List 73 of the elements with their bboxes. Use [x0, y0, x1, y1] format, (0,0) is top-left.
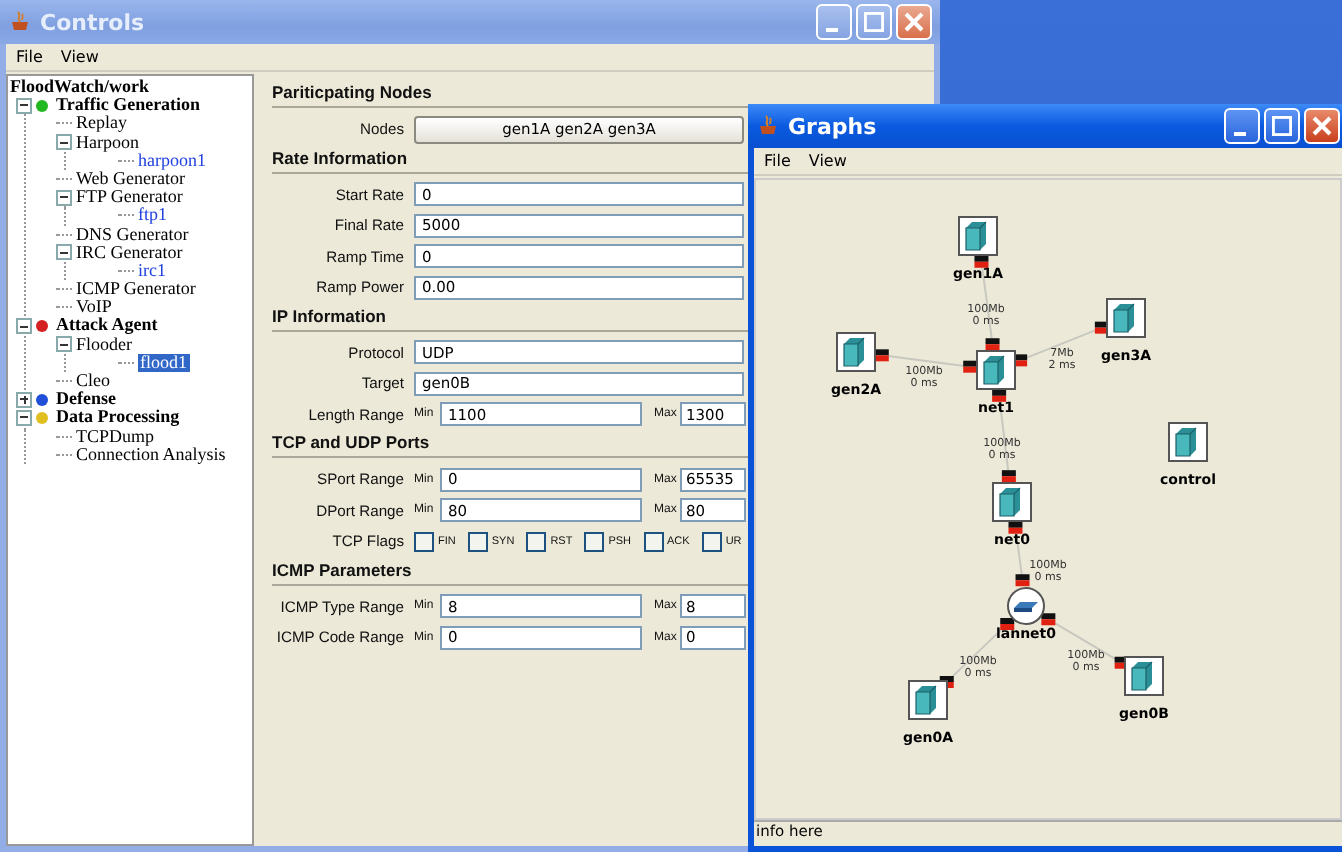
collapse-icon[interactable]	[16, 409, 32, 426]
minimize-icon	[826, 28, 838, 32]
tree-item[interactable]: TCPDump	[76, 427, 155, 446]
tree-item[interactable]: Traffic Generation	[56, 96, 201, 115]
checkbox[interactable]	[701, 531, 722, 552]
tree-item[interactable]: Data Processing	[56, 408, 180, 428]
switch-icon[interactable]	[1007, 587, 1045, 625]
checkbox[interactable]	[643, 531, 663, 552]
port-icon	[1001, 470, 1016, 483]
tree-item[interactable]: ftp1	[138, 206, 167, 226]
window-title: Graphs	[788, 113, 879, 139]
menu-item[interactable]: File	[16, 48, 43, 66]
tree-item[interactable]: Connection Analysis	[76, 445, 226, 464]
collapse-icon[interactable]	[56, 189, 72, 206]
tree-item[interactable]: IRC Generator	[76, 243, 183, 262]
checkbox[interactable]	[584, 531, 605, 552]
port-icon	[974, 255, 989, 268]
tree-item[interactable]: irc1	[138, 261, 166, 281]
server-icon[interactable]	[1168, 422, 1208, 462]
close-icon	[904, 12, 924, 32]
tree-item[interactable]: Harpoon	[76, 133, 139, 152]
window-title: Controls	[40, 9, 147, 35]
cup-icon	[8, 10, 32, 34]
maximize-icon	[1272, 116, 1292, 136]
tree-item[interactable]: flood1	[138, 353, 189, 373]
tree-item[interactable]: Replay	[76, 114, 127, 134]
collapse-icon[interactable]	[56, 244, 72, 261]
checkbox[interactable]	[526, 531, 547, 552]
port-icon	[1008, 521, 1023, 534]
port-icon	[1041, 613, 1056, 626]
collapse-icon[interactable]	[56, 336, 72, 353]
maximize-button[interactable]	[1264, 108, 1300, 144]
tree-item[interactable]: Defense	[56, 390, 116, 409]
port-icon	[1000, 618, 1015, 630]
close-button[interactable]	[1304, 108, 1340, 144]
minimize-icon	[1234, 132, 1246, 136]
tree-item[interactable]: DNS Generator	[76, 225, 189, 244]
tree-item[interactable]: Attack Agent	[56, 316, 158, 336]
cup-icon	[756, 114, 780, 138]
port-icon	[1015, 574, 1030, 587]
server-icon[interactable]	[1124, 656, 1164, 696]
port-icon	[874, 349, 889, 362]
minimize-button[interactable]	[1224, 108, 1260, 144]
expand-icon[interactable]	[16, 391, 32, 408]
menu-item[interactable]: File	[764, 152, 791, 170]
server-icon[interactable]	[836, 332, 876, 372]
collapse-icon[interactable]	[16, 97, 32, 114]
menu-item[interactable]: View	[60, 48, 99, 66]
tree-item[interactable]: FTP Generator	[76, 188, 183, 207]
tree-item[interactable]: VoIP	[76, 298, 112, 317]
server-icon[interactable]	[1106, 298, 1146, 338]
server-icon[interactable]	[908, 680, 948, 720]
link-line	[1024, 328, 1098, 360]
server-icon[interactable]	[992, 482, 1032, 522]
port-icon	[992, 389, 1007, 402]
checkbox[interactable]	[414, 531, 434, 552]
link-line	[1052, 621, 1118, 661]
tree-item[interactable]: Web Generator	[76, 169, 185, 189]
server-icon[interactable]	[976, 350, 1016, 390]
link-line	[886, 355, 966, 367]
tree-item[interactable]: ICMP Generator	[76, 280, 196, 299]
tree-item[interactable]: harpoon1	[138, 151, 206, 170]
menu-item[interactable]: View	[808, 152, 847, 170]
tree-root[interactable]: FloodWatch/work	[8, 78, 252, 97]
collapse-icon[interactable]	[56, 134, 72, 151]
tree-item[interactable]: Cleo	[76, 372, 110, 391]
maximize-icon	[864, 12, 884, 32]
collapse-icon[interactable]	[16, 318, 32, 335]
server-icon[interactable]	[958, 216, 998, 256]
checkbox[interactable]	[467, 531, 488, 552]
tree-item[interactable]: Flooder	[76, 335, 132, 354]
close-icon	[1312, 116, 1332, 136]
close-button[interactable]	[896, 4, 932, 40]
